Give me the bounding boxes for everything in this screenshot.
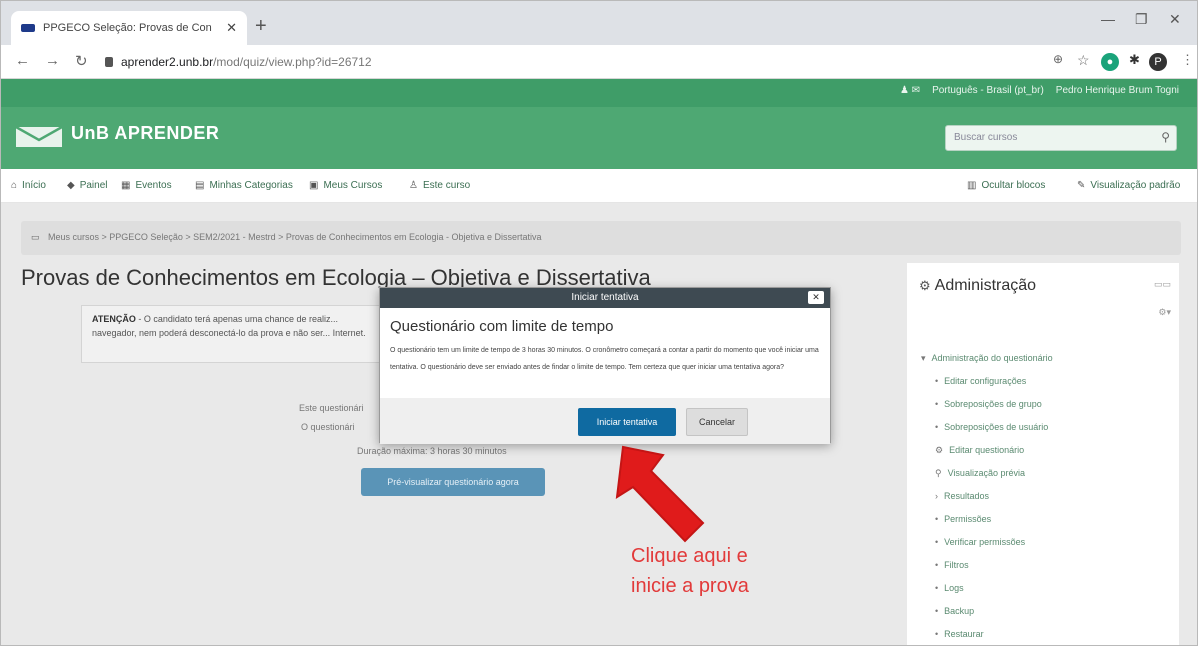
menu-panel[interactable]: ◆ Painel [67,180,108,191]
site-header: UnB APRENDER Buscar cursos ⚲ [1,107,1197,169]
close-tab-icon[interactable]: ✕ [226,20,237,36]
block-actions-icon[interactable]: ⚙▾ [1158,307,1171,318]
block-dock-icon[interactable]: ▭▭ [1154,279,1171,290]
zoom-icon[interactable]: ⊕ [1053,52,1063,66]
admin-title: ⚙ Administração [919,277,1037,294]
unb-logo-icon [15,125,63,147]
site-brand[interactable]: UnB APRENDER [71,123,219,144]
admin-item[interactable]: • Filtros [921,560,1053,583]
menu-this-course[interactable]: ♙ Este curso [409,180,470,191]
minimize-icon[interactable]: — [1101,11,1115,27]
admin-tree: ▾ Administração do questionário • Editar c… [921,353,1053,645]
extension-icon[interactable]: ● [1101,53,1119,71]
dashboard-icon: ◆ [67,180,75,191]
course-icon: ♙ [409,180,418,191]
gear-icon: ⚙ [919,278,931,293]
back-icon[interactable]: ← [15,52,30,69]
folder-icon[interactable]: ▭ [31,232,40,242]
notifications-icon[interactable]: ♟ ✉ [900,85,920,96]
admin-item[interactable]: ⚲ Visualização prévia [921,468,1053,491]
admin-block: ⚙ Administração ▭▭ ⚙▾ ▾ Administração do q… [907,263,1179,645]
calendar-icon: ▦ [121,180,131,191]
quiz-info-2: O questionári [301,422,355,432]
instruction-callout: Clique aqui e inicie a prova [631,541,749,601]
user-menu[interactable]: Pedro Henrique Brum Togni [1056,85,1179,96]
lock-icon [105,57,113,67]
start-attempt-dialog: Iniciar tentativa ✕ Questionário com lim… [379,287,831,444]
quiz-info-1: Este questionári [299,403,364,413]
menu-events[interactable]: ▦ Eventos [121,180,172,191]
breadcrumb[interactable]: ▭ Meus cursos > PPGECO Seleção > SEM2/20… [21,221,1181,255]
admin-item[interactable]: ▾ Administração do questionário [921,353,1053,376]
url-path: /mod/quiz/view.php?id=26712 [213,55,372,69]
callout-line-2: inicie a prova [631,575,749,597]
hide-blocks-link[interactable]: ▥ Ocultar blocos [967,180,1045,191]
url-domain: aprender2.unb.br [121,55,214,69]
profile-avatar[interactable]: P [1149,53,1167,71]
start-attempt-button[interactable]: Iniciar tentativa [578,408,676,436]
admin-item[interactable]: • Sobreposições de usuário [921,422,1053,445]
admin-item[interactable]: ⚙ Editar questionário [921,445,1053,468]
new-tab-icon[interactable]: + [255,15,267,38]
browser-window: PPGECO Seleção: Provas de Con ✕ + — ❐ ✕ … [0,0,1198,646]
admin-item[interactable]: • Restaurar [921,629,1053,645]
nav-menu: ⌂ Início ◆ Painel ▦ Eventos ▤ Minhas Categor… [1,169,1197,203]
menu-home[interactable]: ⌂ Início [11,180,46,191]
notice-box: ATENÇÃO - O candidato terá apenas uma ch… [81,305,391,363]
dialog-message: O questionário tem um limite de tempo de… [390,347,819,371]
tab-title: PPGECO Seleção: Provas de Con [43,22,212,34]
star-icon[interactable]: ☆ [1077,52,1090,69]
breadcrumb-text[interactable]: Meus cursos > PPGECO Seleção > SEM2/2021… [48,232,541,242]
tab-strip: PPGECO Seleção: Provas de Con ✕ + — ❐ ✕ [1,1,1197,45]
restore-icon[interactable]: ❐ [1135,11,1148,28]
menu-icon[interactable]: ⋮ [1181,52,1194,68]
address-bar: ← → ↻ aprender2.unb.br /mod/quiz/view.ph… [1,45,1197,79]
admin-item[interactable]: • Logs [921,583,1053,606]
browser-tab[interactable]: PPGECO Seleção: Provas de Con ✕ [11,11,247,45]
close-icon[interactable]: ✕ [808,291,824,304]
dialog-header-title: Iniciar tentativa [571,292,639,303]
categories-icon: ▤ [195,180,205,191]
red-arrow-icon [615,445,705,543]
admin-item[interactable]: • Permissões [921,514,1053,537]
dialog-header: Iniciar tentativa ✕ [380,288,830,308]
forward-icon[interactable]: → [45,52,60,69]
default-view-link[interactable]: ✎ Visualização padrão [1077,180,1180,191]
menu-courses[interactable]: ▣ Meus Cursos [309,180,382,191]
reload-icon[interactable]: ↻ [75,52,88,70]
language-menu[interactable]: Português - Brasil (pt_br) [932,85,1044,96]
notice-label: ATENÇÃO [92,314,136,324]
favicon-icon [21,24,35,32]
callout-line-1: Clique aqui e [631,545,748,567]
close-window-icon[interactable]: ✕ [1169,11,1181,28]
dialog-title: Questionário com limite de tempo [390,318,614,335]
course-search-input[interactable]: Buscar cursos ⚲ [945,125,1177,151]
home-icon: ⌂ [11,180,18,191]
search-icon[interactable]: ⚲ [1161,130,1170,144]
admin-item[interactable]: › Resultados [921,491,1053,514]
admin-item[interactable]: • Verificar permissões [921,537,1053,560]
admin-item[interactable]: • Editar configurações [921,376,1053,399]
courses-icon: ▣ [309,180,319,191]
user-bar: ♟ ✉ Português - Brasil (pt_br) Pedro Hen… [1,79,1197,107]
pencil-icon: ✎ [1077,180,1086,191]
url-field[interactable]: aprender2.unb.br /mod/quiz/view.php?id=2… [105,51,1045,73]
preview-quiz-button[interactable]: Pré-visualizar questionário agora [361,468,545,496]
quiz-duration: Duração máxima: 3 horas 30 minutos [357,446,507,456]
search-placeholder: Buscar cursos [954,132,1018,143]
admin-item[interactable]: • Backup [921,606,1053,629]
admin-item[interactable]: • Sobreposições de grupo [921,399,1053,422]
puzzle-icon[interactable]: ✱ [1129,52,1140,68]
dialog-footer: Iniciar tentativa Cancelar [380,398,830,444]
cancel-button[interactable]: Cancelar [686,408,748,436]
menu-categories[interactable]: ▤ Minhas Categorias [195,180,293,191]
blocks-icon: ▥ [967,180,977,191]
